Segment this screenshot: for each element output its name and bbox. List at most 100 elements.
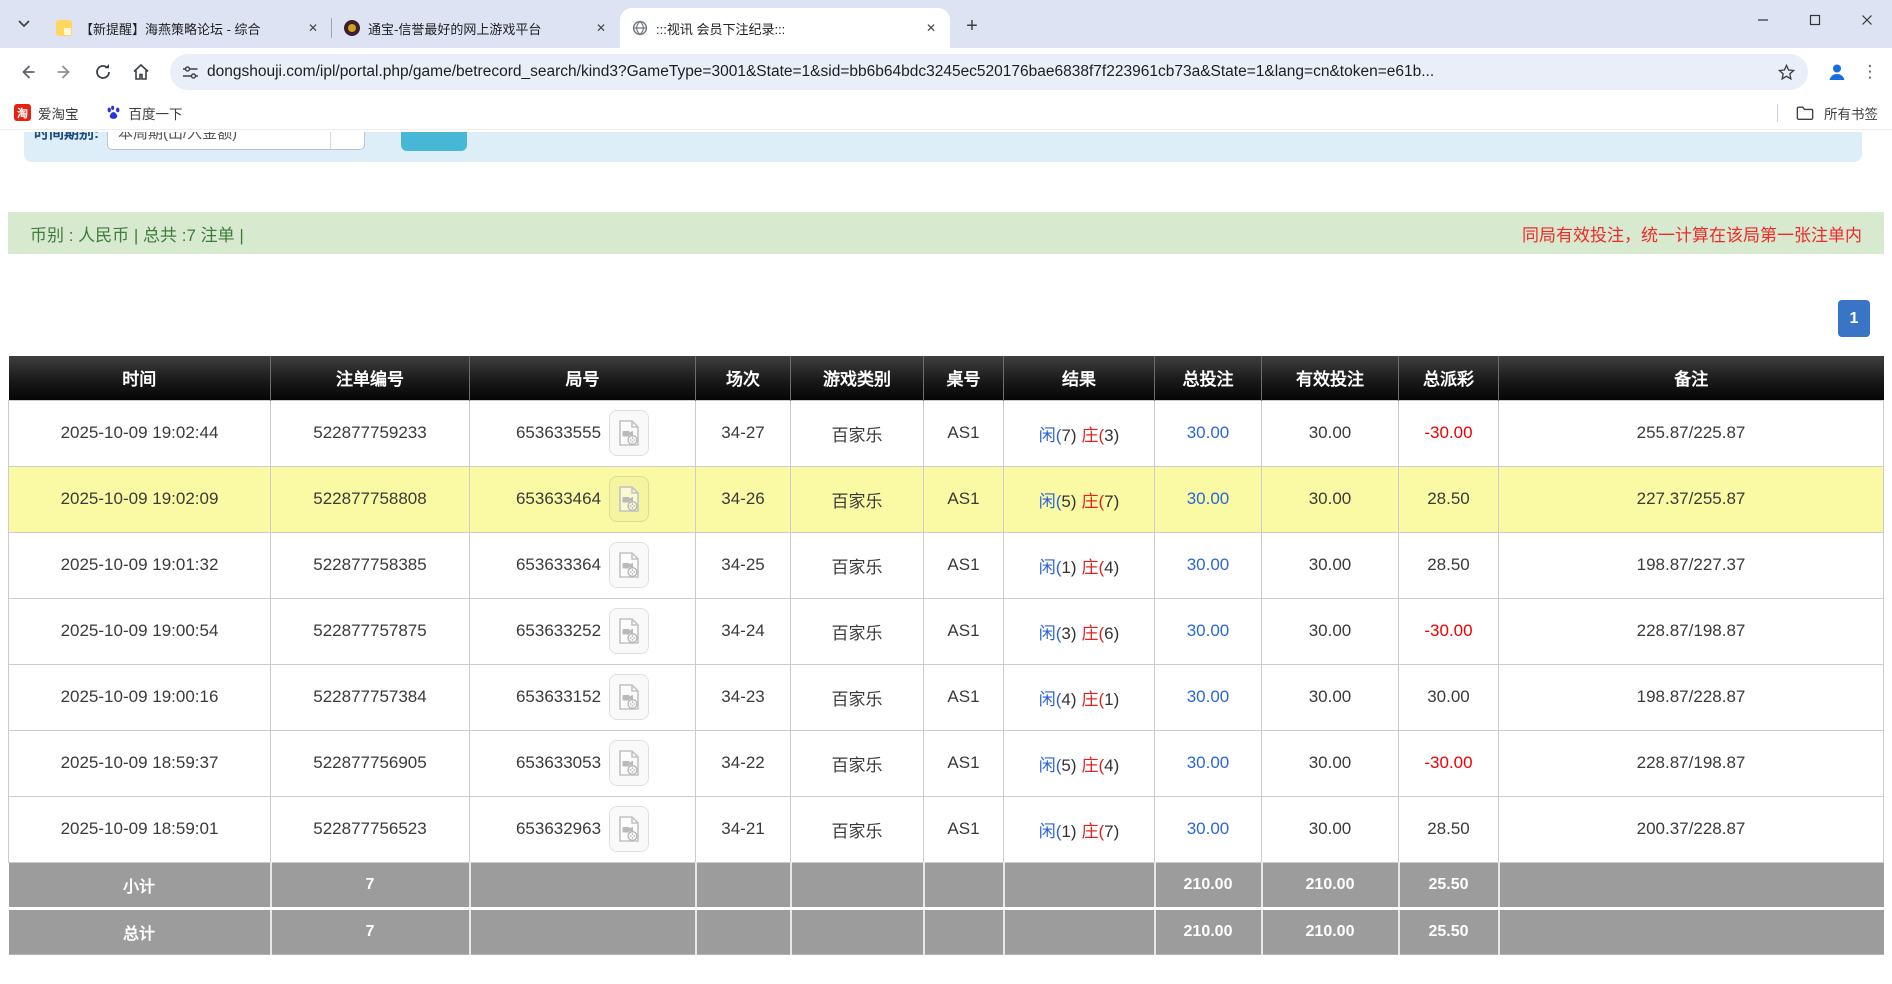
reload-icon[interactable] (86, 55, 120, 89)
video-replay-icon[interactable] (609, 806, 649, 852)
time-cell: 2025-10-09 19:02:09 (9, 466, 271, 532)
new-tab-button[interactable]: + (958, 12, 986, 40)
period-select-value: 本周期(出/入金额) (108, 132, 330, 143)
url-text[interactable]: dongshouji.com/ipl/portal.php/game/betre… (207, 63, 1767, 81)
col-total-bet: 总投注 (1155, 356, 1262, 400)
summary-total-bet: 210.00 (1155, 908, 1262, 954)
close-icon[interactable]: ✕ (304, 19, 322, 37)
col-round-id: 局号 (470, 356, 696, 400)
table-no-cell: AS1 (924, 730, 1004, 796)
video-replay-icon[interactable] (609, 674, 649, 720)
total-bet-link[interactable]: 30.00 (1155, 400, 1262, 466)
browser-tab-2[interactable]: 通宝-信誉最好的网上游戏平台 ✕ (332, 8, 620, 48)
grand-total-row: 总计7210.00210.0025.50 (9, 908, 1884, 954)
page-1-button[interactable]: 1 (1838, 300, 1870, 337)
valid-bet-cell: 30.00 (1262, 664, 1399, 730)
payout-cell: -30.00 (1399, 730, 1499, 796)
bookmark-star-icon[interactable] (1777, 63, 1796, 82)
address-bar[interactable]: dongshouji.com/ipl/portal.php/game/betre… (170, 54, 1808, 90)
table-no-cell: AS1 (924, 598, 1004, 664)
baidu-paw-icon (105, 104, 122, 121)
valid-bet-notice-text: 同局有效投注，统一计算在该局第一张注单内 (1522, 221, 1862, 246)
bookmarks-divider (1777, 104, 1778, 122)
total-bet-link[interactable]: 30.00 (1155, 532, 1262, 598)
period-select[interactable]: 本周期(出/入金额) (107, 132, 365, 150)
empty-cell (924, 908, 1004, 954)
profile-avatar-icon[interactable] (1820, 55, 1854, 89)
browser-tab-strip: 【新提醒】海燕策略论坛 - 综合 ✕ 通宝-信誉最好的网上游戏平台 ✕ :::视… (0, 0, 1892, 48)
result-player: 闲(1) (1039, 553, 1077, 578)
total-bet-link[interactable]: 30.00 (1155, 664, 1262, 730)
valid-bet-cell: 30.00 (1262, 532, 1399, 598)
video-replay-icon[interactable] (609, 410, 649, 456)
round-id-text: 653633152 (516, 687, 601, 707)
back-icon[interactable] (10, 55, 44, 89)
bookmark-aitaobao[interactable]: 淘 爱淘宝 (14, 103, 79, 123)
browser-tab-active[interactable]: :::视讯 会员下注纪录::: ✕ (620, 8, 950, 48)
total-bet-link[interactable]: 30.00 (1155, 796, 1262, 862)
total-bet-link[interactable]: 30.00 (1155, 466, 1262, 532)
round-id-text: 653633464 (516, 489, 601, 509)
site-settings-icon[interactable] (182, 64, 199, 81)
bookmark-label: 百度一下 (129, 103, 183, 123)
result-banker: 庄(1) (1082, 685, 1120, 710)
bookmark-baidu[interactable]: 百度一下 (105, 103, 183, 123)
maximize-button[interactable] (1798, 6, 1832, 34)
result-cell: 闲(4)庄(1) (1004, 664, 1155, 730)
session-cell: 34-23 (696, 664, 791, 730)
globe-icon (632, 20, 648, 36)
forward-icon[interactable] (48, 55, 82, 89)
bet-id-cell: 522877756523 (271, 796, 470, 862)
valid-bet-cell: 30.00 (1262, 400, 1399, 466)
video-replay-icon[interactable] (609, 608, 649, 654)
round-id-text: 653633364 (516, 555, 601, 575)
video-replay-icon[interactable] (609, 476, 649, 522)
subtotal-row: 小计7210.00210.0025.50 (9, 862, 1884, 908)
total-bet-link[interactable]: 30.00 (1155, 598, 1262, 664)
result-player: 闲(5) (1039, 487, 1077, 512)
empty-cell (1004, 908, 1155, 954)
result-player: 闲(7) (1039, 421, 1077, 446)
close-icon[interactable]: ✕ (592, 19, 610, 37)
table-no-cell: AS1 (924, 796, 1004, 862)
all-bookmarks-label: 所有书签 (1824, 103, 1878, 123)
session-cell: 34-22 (696, 730, 791, 796)
all-bookmarks[interactable]: 所有书签 (1777, 103, 1878, 123)
session-cell: 34-25 (696, 532, 791, 598)
remark-cell: 255.87/225.87 (1499, 400, 1884, 466)
remark-cell: 198.87/227.37 (1499, 532, 1884, 598)
col-valid-bet: 有效投注 (1262, 356, 1399, 400)
browser-tab-1[interactable]: 【新提醒】海燕策略论坛 - 综合 ✕ (44, 8, 332, 48)
remark-cell: 200.37/228.87 (1499, 796, 1884, 862)
summary-payout: 25.50 (1399, 862, 1499, 908)
browser-menu-icon[interactable]: ⋮ (1858, 55, 1882, 89)
folder-icon (1796, 105, 1814, 121)
game-type-cell: 百家乐 (791, 598, 924, 664)
table-header-row: 时间 注单编号 局号 场次 游戏类别 桌号 结果 总投注 有效投注 总派彩 备注 (9, 356, 1884, 400)
game-type-cell: 百家乐 (791, 400, 924, 466)
tab-search-chevron-icon[interactable] (10, 10, 38, 38)
minimize-button[interactable] (1746, 6, 1780, 34)
close-window-button[interactable] (1850, 6, 1884, 34)
video-replay-icon[interactable] (609, 542, 649, 588)
payout-cell: 28.50 (1399, 796, 1499, 862)
session-cell: 34-24 (696, 598, 791, 664)
total-bet-link[interactable]: 30.00 (1155, 730, 1262, 796)
tab-title: :::视讯 会员下注纪录::: (656, 19, 914, 38)
video-replay-icon[interactable] (609, 740, 649, 786)
query-button[interactable] (401, 132, 467, 151)
note-icon (56, 20, 72, 36)
game-type-cell: 百家乐 (791, 730, 924, 796)
close-icon[interactable]: ✕ (922, 19, 940, 37)
payout-cell: -30.00 (1399, 598, 1499, 664)
tongbao-icon (344, 20, 360, 36)
empty-cell (696, 908, 791, 954)
round-id-text: 653633252 (516, 621, 601, 641)
bet-id-cell: 522877757875 (271, 598, 470, 664)
round-id-text: 653633053 (516, 753, 601, 773)
table-no-cell: AS1 (924, 400, 1004, 466)
payout-cell: -30.00 (1399, 400, 1499, 466)
select-dropdown-handle[interactable] (330, 132, 364, 149)
taobao-icon: 淘 (14, 104, 31, 121)
home-icon[interactable] (124, 55, 158, 89)
